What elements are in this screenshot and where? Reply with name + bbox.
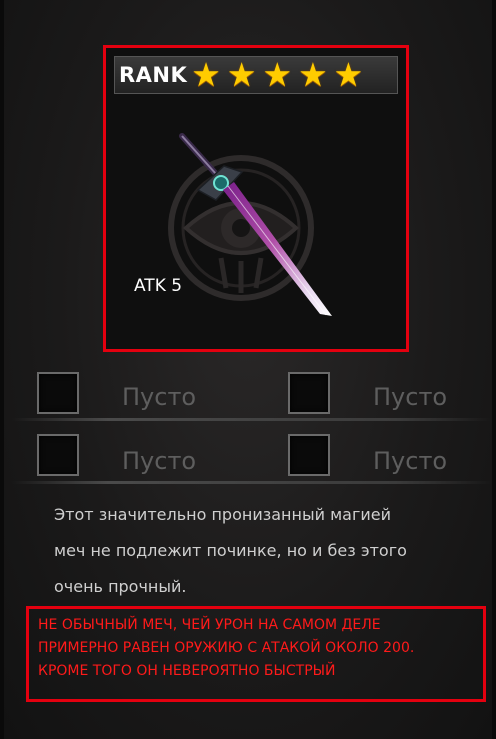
item-details-panel: RANK ★ ★ ★ ★ ★ ATK 5 Пусто Пусто Пусто П…	[0, 0, 496, 739]
description-line: Этот значительно пронизанный магией	[54, 505, 392, 524]
annotation-line: НЕ ОБЫЧНЫЙ МЕЧ, ЧЕЙ УРОН НА САМОМ ДЕЛЕ	[38, 617, 381, 633]
star-icon: ★	[262, 55, 293, 94]
attack-stat: ATK 5	[134, 276, 183, 296]
empty-slot-2[interactable]	[288, 372, 330, 414]
slot-label: Пусто	[373, 383, 448, 411]
slot-label: Пусто	[122, 383, 197, 411]
divider	[12, 481, 492, 484]
item-description: Этот значительно пронизанный магией меч …	[54, 497, 454, 605]
annotation-box: НЕ ОБЫЧНЫЙ МЕЧ, ЧЕЙ УРОН НА САМОМ ДЕЛЕ П…	[26, 606, 486, 702]
empty-slot-1[interactable]	[37, 372, 79, 414]
slot-label: Пусто	[373, 447, 448, 475]
rank-bar: RANK ★ ★ ★ ★ ★	[114, 56, 398, 94]
annotation-line: ПРИМЕРНО РАВЕН ОРУЖИЮ С АТАКОЙ ОКОЛО 200…	[38, 640, 415, 656]
sword-icon	[179, 133, 332, 316]
star-icon: ★	[333, 55, 364, 94]
rank-label: RANK	[119, 63, 188, 87]
star-icon: ★	[191, 55, 221, 94]
empty-slot-4[interactable]	[288, 434, 330, 476]
empty-slot-3[interactable]	[37, 434, 79, 476]
star-icon: ★	[226, 55, 257, 94]
slot-label: Пусто	[122, 447, 197, 475]
annotation-line: КРОМЕ ТОГО ОН НЕВЕРОЯТНО БЫСТРЫЙ	[38, 663, 336, 679]
item-preview: RANK ★ ★ ★ ★ ★ ATK 5	[103, 45, 409, 352]
divider	[12, 418, 492, 421]
description-line: меч не подлежит починке, но и без этого	[54, 541, 407, 560]
description-line: очень прочный.	[54, 577, 187, 596]
star-icon: ★	[298, 55, 328, 94]
